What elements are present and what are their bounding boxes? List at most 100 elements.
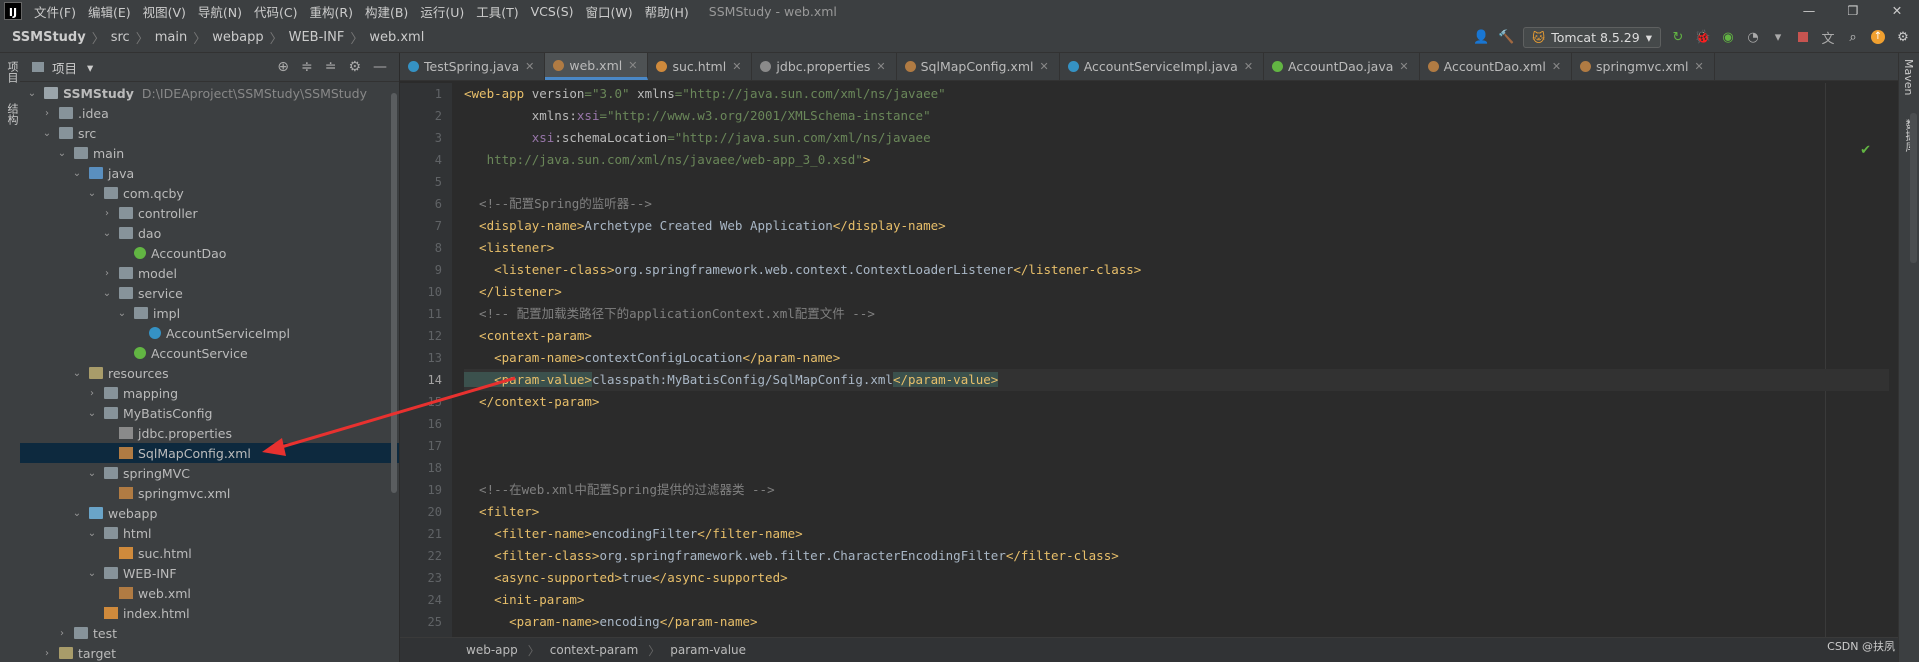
minimize-button[interactable]: —: [1787, 0, 1831, 22]
menu-window[interactable]: 窗口(W): [580, 2, 639, 21]
restore-button[interactable]: ❐: [1831, 0, 1875, 22]
chevron-down-icon[interactable]: ⌄: [101, 288, 113, 299]
profile-icon[interactable]: ◔: [1745, 29, 1761, 45]
tree-item[interactable]: ⌄ springMVC: [20, 463, 399, 483]
menu-code[interactable]: 代码(C): [248, 2, 303, 21]
menu-tools[interactable]: 工具(T): [470, 2, 524, 21]
close-tab-icon[interactable]: ✕: [1039, 60, 1048, 73]
editor-tab[interactable]: AccountServiceImpl.java ✕: [1060, 53, 1265, 80]
close-button[interactable]: ✕: [1875, 0, 1919, 22]
gear-icon[interactable]: ⚙: [348, 59, 361, 75]
tree-item[interactable]: jdbc.properties: [20, 423, 399, 443]
code-line[interactable]: <param-name>contextConfigLocation</param…: [464, 347, 1889, 369]
settings-icon[interactable]: ⚙: [1895, 29, 1911, 45]
menu-build[interactable]: 构建(B): [359, 2, 414, 21]
menu-edit[interactable]: 编辑(E): [82, 2, 137, 21]
code-line[interactable]: <filter-name>encodingFilter</filter-name…: [464, 523, 1889, 545]
editor-crumb-web-app[interactable]: web-app: [466, 643, 518, 657]
tree-item[interactable]: ⌄ MyBatisConfig: [20, 403, 399, 423]
chevron-down-icon[interactable]: ⌄: [101, 228, 113, 239]
editor-tab[interactable]: web.xml ✕: [545, 53, 649, 80]
code-line[interactable]: xsi:schemaLocation="http://java.sun.com/…: [464, 127, 1889, 149]
editor-scrollbar[interactable]: [1910, 113, 1917, 263]
chevron-down-icon[interactable]: ⌄: [86, 188, 98, 199]
code-line[interactable]: <web-app version="3.0" xmlns="http://jav…: [464, 83, 1889, 105]
project-panel-title[interactable]: 项目: [52, 58, 77, 77]
editor-tab[interactable]: springmvc.xml ✕: [1572, 53, 1715, 80]
coverage-icon[interactable]: ◉: [1720, 29, 1736, 45]
code-area[interactable]: <web-app version="3.0" xmlns="http://jav…: [464, 83, 1889, 638]
chevron-right-icon[interactable]: ›: [86, 388, 98, 399]
code-line[interactable]: [464, 457, 1889, 479]
editor-tab[interactable]: suc.html ✕: [648, 53, 753, 80]
tree-item[interactable]: ⌄ html: [20, 523, 399, 543]
menu-refactor[interactable]: 重构(R): [304, 2, 359, 21]
tree-item[interactable]: ⌄ src: [20, 123, 399, 143]
build-hammer-icon[interactable]: 🔨: [1498, 29, 1514, 45]
breadcrumb-web-inf[interactable]: WEB-INF: [289, 30, 345, 45]
breadcrumb-webapp[interactable]: webapp: [212, 30, 263, 45]
rerun-icon[interactable]: ↻: [1670, 29, 1686, 45]
code-line[interactable]: <display-name>Archetype Created Web Appl…: [464, 215, 1889, 237]
tree-item[interactable]: web.xml: [20, 583, 399, 603]
tree-item[interactable]: ⌄ service: [20, 283, 399, 303]
close-tab-icon[interactable]: ✕: [628, 59, 637, 72]
code-line[interactable]: http://java.sun.com/xml/ns/javaee/web-ap…: [464, 149, 1889, 171]
tree-item[interactable]: ⌄ main: [20, 143, 399, 163]
tree-item[interactable]: › test: [20, 623, 399, 643]
breadcrumb-src[interactable]: src: [111, 30, 130, 45]
code-line[interactable]: </listener>: [464, 281, 1889, 303]
chevron-right-icon[interactable]: ›: [56, 628, 68, 639]
editor-crumb-param-value[interactable]: param-value: [670, 643, 746, 657]
chevron-right-icon[interactable]: ›: [101, 208, 113, 219]
tree-item[interactable]: SqlMapConfig.xml: [20, 443, 399, 463]
chevron-right-icon[interactable]: ›: [41, 648, 53, 659]
collapse-all-icon[interactable]: ≐: [325, 59, 337, 75]
code-line[interactable]: <param-name>encoding</param-name>: [464, 611, 1889, 633]
close-tab-icon[interactable]: ✕: [876, 60, 885, 73]
chevron-down-icon[interactable]: ⌄: [71, 168, 83, 179]
search-icon[interactable]: ⌕: [1845, 29, 1861, 45]
stop-icon[interactable]: [1795, 29, 1811, 45]
code-line[interactable]: <filter>: [464, 501, 1889, 523]
update-icon[interactable]: ↑: [1870, 29, 1886, 45]
tree-item[interactable]: ⌄ java: [20, 163, 399, 183]
breadcrumb-file[interactable]: web.xml: [369, 30, 424, 45]
tree-item[interactable]: ⌄ impl: [20, 303, 399, 323]
translate-icon[interactable]: 文: [1820, 29, 1836, 47]
chevron-down-icon[interactable]: ⌄: [56, 148, 68, 159]
chevron-down-icon[interactable]: ⌄: [86, 528, 98, 539]
tree-item[interactable]: › .idea: [20, 103, 399, 123]
code-line[interactable]: [464, 413, 1889, 435]
chevron-down-icon[interactable]: ⌄: [86, 568, 98, 579]
tree-item[interactable]: index.html: [20, 603, 399, 623]
menu-vcs[interactable]: VCS(S): [525, 4, 580, 19]
code-line[interactable]: <!--配置Spring的监听器-->: [464, 193, 1889, 215]
menu-file[interactable]: 文件(F): [28, 2, 82, 21]
editor-tab[interactable]: TestSpring.java ✕: [400, 53, 546, 80]
chevron-down-icon[interactable]: ⌄: [116, 308, 128, 319]
code-line[interactable]: [464, 435, 1889, 457]
editor-tab[interactable]: SqlMapConfig.xml ✕: [897, 53, 1060, 80]
chevron-down-icon[interactable]: ⌄: [86, 468, 98, 479]
breadcrumb-project[interactable]: SSMStudy: [12, 30, 86, 45]
code-line[interactable]: <param-value>classpath:MyBatisConfig/Sql…: [464, 369, 1889, 391]
close-tab-icon[interactable]: ✕: [732, 60, 741, 73]
tree-scrollbar[interactable]: [391, 93, 397, 493]
expand-all-icon[interactable]: ≑: [301, 59, 313, 75]
debug-icon[interactable]: 🐞: [1695, 29, 1711, 45]
code-line[interactable]: <init-param>: [464, 589, 1889, 611]
locate-icon[interactable]: ⊕: [277, 59, 289, 75]
more-run-icon[interactable]: ▾: [1770, 29, 1786, 45]
editor-crumb-context-param[interactable]: context-param: [550, 643, 639, 657]
tree-item[interactable]: ⌄ webapp: [20, 503, 399, 523]
tree-item[interactable]: ⌄ SSMStudy D:\IDEAproject\SSMStudy\SSMStud…: [20, 83, 399, 103]
chevron-down-icon[interactable]: ⌄: [26, 88, 38, 99]
tree-item[interactable]: ⌄ resources: [20, 363, 399, 383]
tree-item[interactable]: ⌄ com.qcby: [20, 183, 399, 203]
hide-icon[interactable]: —: [373, 59, 387, 75]
close-tab-icon[interactable]: ✕: [525, 60, 534, 73]
tree-item[interactable]: › mapping: [20, 383, 399, 403]
close-tab-icon[interactable]: ✕: [1694, 60, 1703, 73]
code-line[interactable]: <!-- 配置加载类路径下的applicationContext.xml配置文件…: [464, 303, 1889, 325]
